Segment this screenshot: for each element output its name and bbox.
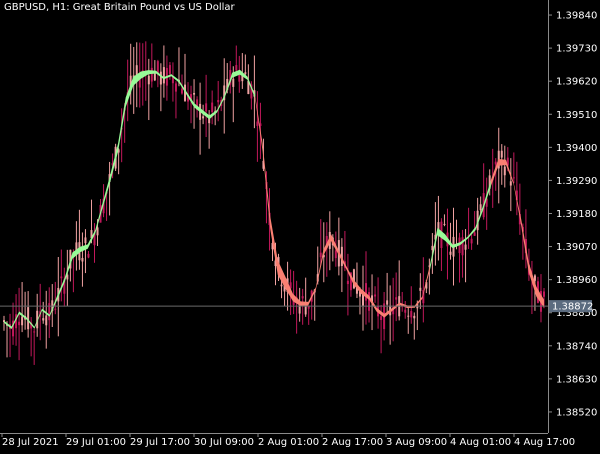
time-tick-label: 2 Aug 01:00 — [258, 437, 319, 448]
time-tick-label: 4 Aug 17:00 — [514, 437, 575, 448]
candle-body — [280, 284, 283, 287]
candle-body — [503, 166, 506, 176]
price-tick-label: 1.38520 — [556, 407, 597, 418]
candle-body — [374, 294, 377, 297]
candle-body — [150, 67, 153, 82]
candle-body — [500, 150, 503, 158]
candle-body — [18, 321, 21, 326]
candle-body — [301, 296, 304, 299]
candle-body — [235, 65, 238, 71]
candle-body — [60, 276, 63, 279]
candle-body — [202, 116, 205, 119]
candle-body — [147, 75, 150, 85]
candle-body — [419, 287, 422, 291]
current-price-tag: 1.38872 — [549, 300, 593, 313]
plot-background — [0, 0, 600, 450]
candle-body — [464, 244, 467, 250]
candle-body — [174, 83, 177, 92]
candle-body — [431, 245, 434, 251]
candle-body — [449, 251, 452, 255]
price-tick-label: 1.39290 — [556, 176, 597, 187]
time-tick-label: 2 Aug 17:00 — [322, 437, 383, 448]
price-tick-label: 1.38960 — [556, 275, 597, 286]
candle-body — [42, 318, 45, 321]
candle-body — [205, 103, 208, 112]
price-tick-label: 1.39180 — [556, 209, 597, 220]
price-tick-label: 1.38630 — [556, 374, 597, 385]
candle-body — [211, 102, 214, 113]
time-tick-label: 3 Aug 09:00 — [386, 437, 447, 448]
candle-body — [193, 92, 196, 95]
candle-body — [180, 88, 183, 94]
price-tick-label: 1.39070 — [556, 242, 597, 253]
candle-body — [87, 253, 90, 258]
candle-body — [84, 237, 87, 244]
time-tick-label: 28 Jul 2021 — [2, 437, 59, 448]
time-tick-label: 30 Jul 09:00 — [194, 437, 254, 448]
candle-body — [404, 309, 407, 313]
price-tick-label: 1.38740 — [556, 341, 597, 352]
price-tick-label: 1.39620 — [556, 77, 597, 88]
candle-body — [473, 232, 476, 236]
candle-body — [232, 78, 235, 87]
price-tick-label: 1.39510 — [556, 110, 597, 121]
candle-body — [159, 71, 162, 85]
candle-body — [244, 72, 247, 75]
time-tick-label: 29 Jul 01:00 — [66, 437, 126, 448]
time-tick-label: 4 Aug 01:00 — [450, 437, 511, 448]
candle-body — [156, 61, 159, 74]
candle-body — [380, 316, 383, 320]
price-chart[interactable]: 1.39840 1.39730 1.39620 1.39510 1.39400 1.392… — [0, 0, 600, 450]
candle-body — [479, 204, 482, 211]
candle-body — [543, 291, 545, 297]
candle-body — [395, 297, 398, 300]
candle-body — [27, 307, 30, 330]
candle-body — [368, 292, 371, 311]
candle-body — [443, 223, 446, 225]
chart-canvas[interactable]: 1.39840 1.39730 1.39620 1.39510 1.39400 1.392… — [0, 0, 600, 450]
candle-body — [33, 331, 36, 333]
price-tick-label: 1.39400 — [556, 143, 597, 154]
candle-body — [45, 315, 48, 326]
candle-body — [256, 121, 259, 126]
candle-body — [512, 177, 515, 179]
candle-body — [386, 300, 389, 305]
candle-body — [168, 65, 171, 74]
candle-body — [346, 280, 349, 285]
candle-body — [334, 250, 337, 259]
candle-body — [319, 252, 322, 258]
price-tick-label: 1.39730 — [556, 44, 597, 55]
candle-body — [410, 311, 413, 318]
candle-body — [81, 257, 84, 262]
current-price-value: 1.38872 — [552, 302, 593, 313]
candle-body — [470, 238, 473, 244]
candle-body — [96, 227, 99, 236]
candle-body — [509, 181, 512, 186]
candle-body — [413, 315, 416, 319]
candle-body — [217, 99, 220, 103]
candle-body — [407, 315, 410, 317]
candle-body — [54, 308, 57, 310]
candle-body — [162, 67, 165, 84]
price-tick-label: 1.39840 — [556, 11, 597, 22]
chart-symbol-title: GBPUSD, H1: Great Britain Pound vs US Do… — [4, 2, 235, 13]
candle-body — [21, 316, 24, 326]
candle-body — [494, 161, 497, 165]
time-tick-label: 29 Jul 17:00 — [130, 437, 190, 448]
